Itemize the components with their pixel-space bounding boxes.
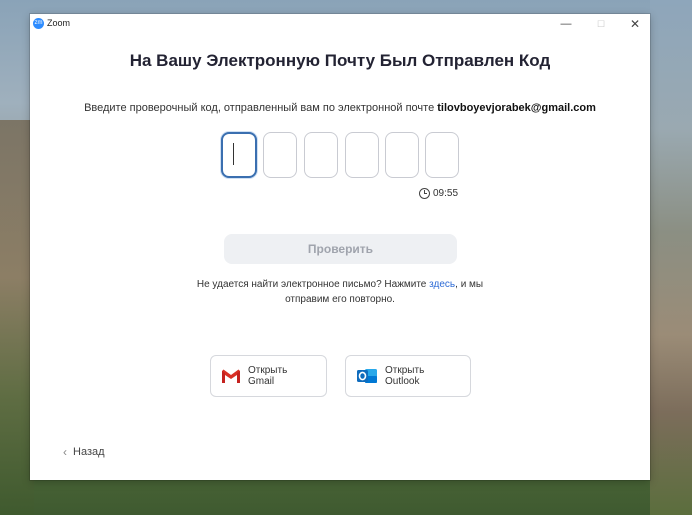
background-landscape-left — [0, 120, 34, 515]
open-outlook-label: Открыть Outlook — [385, 365, 425, 387]
code-digit-5[interactable] — [385, 132, 419, 178]
open-gmail-button[interactable]: Открыть Gmail — [210, 355, 327, 397]
gmail-icon — [221, 368, 241, 384]
close-button[interactable]: ✕ — [623, 16, 647, 32]
back-button[interactable]: ‹ Назад — [63, 445, 105, 459]
text-caret — [233, 143, 234, 165]
timer-value: 09:55 — [433, 188, 459, 199]
email-address: tilovboyevjorabek@gmail.com — [437, 102, 596, 114]
code-digit-6[interactable] — [425, 132, 459, 178]
resend-link[interactable]: здесь — [429, 279, 455, 290]
code-digit-3[interactable] — [304, 132, 338, 178]
back-label: Назад — [73, 446, 105, 458]
zoom-logo-icon: zm — [33, 18, 44, 29]
instruction-label: Введите проверочный код, отправленный ва… — [84, 102, 438, 114]
zoom-window: zm Zoom — ☐ ✕ На Вашу Электронную Почту … — [30, 14, 650, 480]
resend-prompt: Не удается найти электронное письмо? Наж… — [196, 279, 430, 290]
resend-text: Не удается найти электронное письмо? Наж… — [180, 277, 500, 307]
app-title: Zoom — [47, 18, 71, 28]
instruction-text: Введите проверочный код, отправленный ва… — [30, 102, 650, 114]
code-digit-4[interactable] — [345, 132, 379, 178]
outlook-icon — [356, 366, 378, 386]
minimize-button[interactable]: — — [554, 16, 578, 32]
open-gmail-label: Открыть Gmail — [248, 365, 288, 387]
countdown-timer: 09:55 — [419, 188, 458, 199]
open-outlook-button[interactable]: Открыть Outlook — [345, 355, 471, 397]
code-digit-1[interactable] — [221, 132, 257, 178]
title-bar[interactable]: zm Zoom — ☐ ✕ — [30, 14, 650, 36]
background-landscape-right — [650, 0, 692, 515]
verify-button[interactable]: Проверить — [224, 234, 457, 264]
clock-icon — [419, 188, 430, 199]
page-title: На Вашу Электронную Почту Был Отправлен … — [129, 51, 551, 70]
maximize-button[interactable]: ☐ — [589, 16, 613, 32]
code-digit-2[interactable] — [263, 132, 297, 178]
chevron-left-icon: ‹ — [63, 445, 67, 459]
